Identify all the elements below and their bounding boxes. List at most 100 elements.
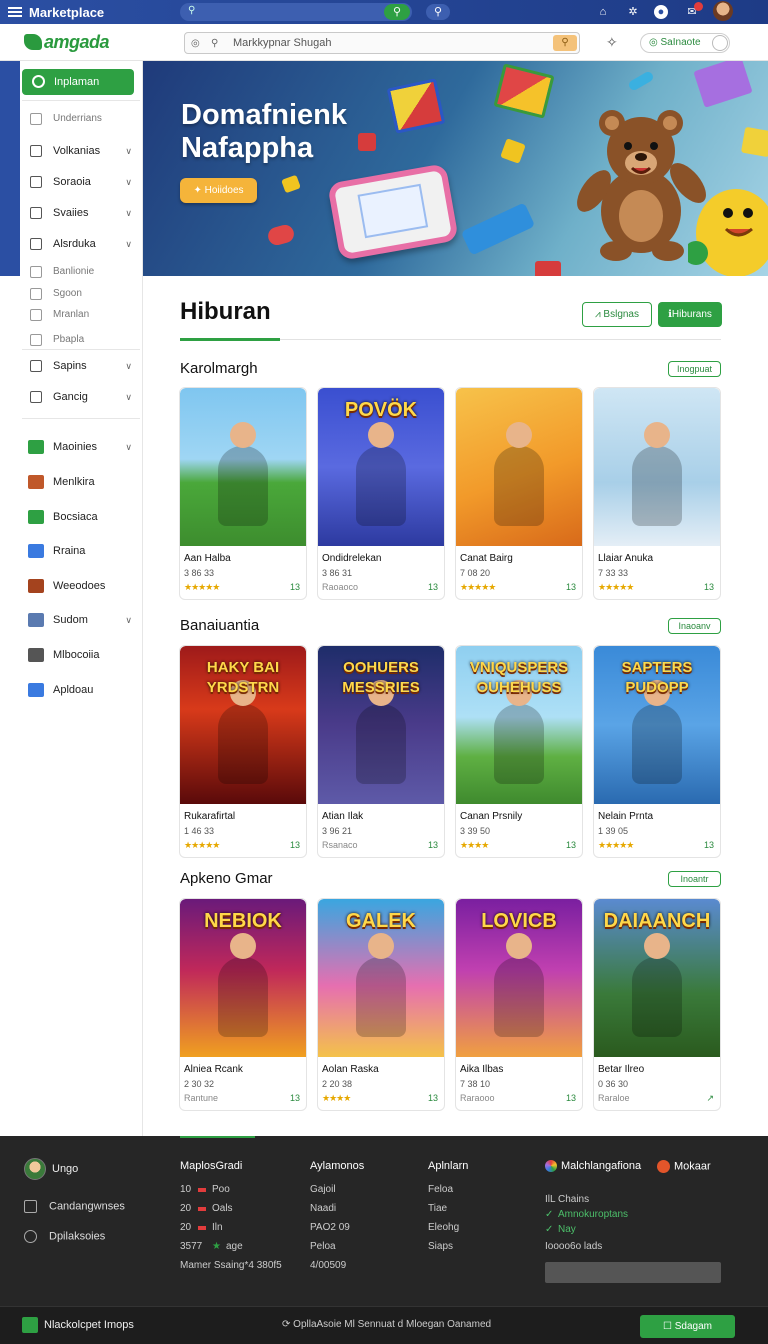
game-card[interactable]: DAIAANCH Betar Ilreo 0 36 30 Raraloe ↗: [593, 898, 721, 1111]
sidebar-item[interactable]: Svaiies ∨: [22, 203, 140, 223]
download-icon[interactable]: 13: [428, 1093, 438, 1103]
sidebar-item[interactable]: Menlkira: [22, 472, 140, 492]
search-submit-button[interactable]: ⚲: [553, 35, 577, 51]
sidebar-item[interactable]: Apldoau: [22, 680, 140, 700]
footer-link[interactable]: Eleohg: [428, 1222, 459, 1233]
download-icon[interactable]: 13: [428, 840, 438, 850]
chevron-down-icon[interactable]: ∨: [125, 356, 132, 376]
download-icon[interactable]: 13: [290, 840, 300, 850]
sidebar-item[interactable]: Weeodoes: [22, 576, 140, 596]
game-card[interactable]: Aan Halba 3 86 33 ★★★★★ 13: [179, 387, 307, 600]
chevron-down-icon[interactable]: ∨: [125, 203, 132, 223]
chevron-down-icon[interactable]: ∨: [125, 610, 132, 630]
chevron-down-icon[interactable]: ∨: [125, 387, 132, 407]
game-card[interactable]: LOVICB Aika Ilbas 7 38 10 Raraooo 13: [455, 898, 583, 1111]
game-thumbnail[interactable]: LOVICB: [456, 899, 582, 1057]
notifications-icon[interactable]: ●: [654, 5, 668, 19]
download-icon[interactable]: 13: [566, 1093, 576, 1103]
footer-user[interactable]: Ungo: [24, 1158, 78, 1180]
section-view-all-button[interactable]: Inaoanv: [668, 618, 721, 634]
primary-button[interactable]: ℹHiburans: [658, 302, 722, 327]
download-icon[interactable]: ↗: [706, 1093, 714, 1104]
game-card[interactable]: Llaiar Anuka 7 33 33 ★★★★★ 13: [593, 387, 721, 600]
game-card[interactable]: HAKY BAI YRDSTRN Rukarafirtal 1 46 33 ★★★★★…: [179, 645, 307, 858]
footer-link[interactable]: Naadi: [310, 1203, 336, 1214]
game-card[interactable]: POVÖK Ondidrelekan 3 86 31 Raoaoco 13: [317, 387, 445, 600]
section-view-all-button[interactable]: Inoantr: [668, 871, 721, 887]
search-input[interactable]: ◎ ⚲ Markkypnar Shugah ⚲: [184, 32, 580, 54]
game-thumbnail[interactable]: NEBIOK: [180, 899, 306, 1057]
filter-button[interactable]: ⩘ Bslgnas: [582, 302, 652, 327]
footer-link[interactable]: 4/00509: [310, 1260, 346, 1271]
footer-link[interactable]: Tiae: [428, 1203, 447, 1214]
download-icon[interactable]: 13: [290, 582, 300, 592]
sync-icon: ⟳: [282, 1319, 294, 1330]
footer-link[interactable]: Candangwnses: [24, 1200, 125, 1213]
game-thumbnail[interactable]: VNIQUSPERS OUHEHUSS: [456, 646, 582, 804]
game-thumbnail[interactable]: HAKY BAI YRDSTRN: [180, 646, 306, 804]
game-thumbnail[interactable]: DAIAANCH: [594, 899, 720, 1057]
footer-link[interactable]: Siaps: [428, 1241, 453, 1252]
download-icon[interactable]: 13: [704, 582, 714, 592]
download-icon[interactable]: 13: [428, 582, 438, 592]
sidebar-item[interactable]: Bocsiaca: [22, 507, 140, 527]
sidebar-item-active[interactable]: Inplaman: [22, 69, 134, 95]
sidebar-item[interactable]: Volkanias ∨: [22, 141, 140, 161]
user-avatar[interactable]: [713, 1, 733, 21]
home-icon[interactable]: ⌂: [595, 4, 611, 20]
download-icon[interactable]: 13: [290, 1093, 300, 1103]
chevron-down-icon[interactable]: ∨: [125, 437, 132, 457]
sidebar-item[interactable]: Mranlan: [22, 305, 140, 325]
sidebar-item[interactable]: Gancig ∨: [22, 387, 140, 407]
game-card[interactable]: GALEK Aolan Raska 2 20 38 ★★★★ 13: [317, 898, 445, 1111]
sidebar-item[interactable]: Rraina: [22, 541, 140, 561]
game-card[interactable]: VNIQUSPERS OUHEHUSS Canan Prsnily 3 39 50 ★…: [455, 645, 583, 858]
game-card[interactable]: Canat Bairg 7 08 20 ★★★★★ 13: [455, 387, 583, 600]
hero-banner[interactable]: Domafnienk Nafappha ✦ Hoiidoes: [143, 61, 768, 276]
game-thumbnail[interactable]: [456, 388, 582, 546]
game-thumbnail[interactable]: POVÖK: [318, 388, 444, 546]
sidebar-item[interactable]: Soraoia ∨: [22, 172, 140, 192]
download-icon[interactable]: 13: [566, 582, 576, 592]
game-thumbnail[interactable]: SAPTERS PUDOPP: [594, 646, 720, 804]
sidebar-item[interactable]: Sudom ∨: [22, 610, 140, 630]
footer-link[interactable]: Peloa: [310, 1241, 336, 1252]
game-card[interactable]: SAPTERS PUDOPP Nelain Prnta 1 39 05 ★★★★★ 13: [593, 645, 721, 858]
game-thumbnail[interactable]: GALEK: [318, 899, 444, 1057]
download-icon[interactable]: 13: [704, 840, 714, 850]
sidebar-item[interactable]: Underrians: [22, 109, 140, 129]
sidebar-item[interactable]: Banlionie: [22, 262, 140, 282]
sidebar-item[interactable]: Mlbocoiia: [22, 645, 140, 665]
footer-link[interactable]: Gajoil: [310, 1184, 336, 1195]
chevron-down-icon[interactable]: ∨: [125, 172, 132, 192]
sidebar-item[interactable]: Alsrduka ∨: [22, 234, 140, 254]
top-search-bar[interactable]: ⚲ ⚲: [180, 3, 412, 21]
section-view-all-button[interactable]: Inogpuat: [668, 361, 721, 377]
bottom-brand[interactable]: Nlackolcpet Imops: [22, 1317, 134, 1333]
sidebar-item[interactable]: Sgoon: [22, 284, 140, 304]
game-thumbnail[interactable]: [594, 388, 720, 546]
download-icon[interactable]: 13: [566, 840, 576, 850]
footer-link[interactable]: Dpilaksoies: [24, 1230, 105, 1243]
chevron-down-icon[interactable]: ∨: [125, 141, 132, 161]
search-icon[interactable]: ⚲: [426, 4, 450, 20]
game-card[interactable]: NEBIOK Alniea Rcank 2 30 32 Rantune 13: [179, 898, 307, 1111]
chevron-down-icon[interactable]: ∨: [125, 234, 132, 254]
footer-link[interactable]: PAO2 09: [310, 1222, 350, 1233]
sidebar-item[interactable]: Pbapla: [22, 330, 140, 350]
hamburger-menu-icon[interactable]: [8, 7, 22, 17]
bottom-action-button[interactable]: ☐ Sdagam: [640, 1315, 735, 1338]
game-card[interactable]: OOHUERS MESSRIES Atian Ilak 3 96 21 Rsanaco…: [317, 645, 445, 858]
game-thumbnail[interactable]: [180, 388, 306, 546]
newsletter-input[interactable]: [545, 1262, 721, 1283]
footer-link[interactable]: Feloa: [428, 1184, 453, 1195]
hero-cta-button[interactable]: ✦ Hoiidoes: [180, 178, 257, 203]
settings-icon[interactable]: ✲: [625, 4, 641, 20]
sidebar-item[interactable]: Maoinies ∨: [22, 437, 140, 457]
toggle-switch[interactable]: ◎ SaInaote: [640, 33, 730, 53]
sidebar-item[interactable]: Sapins ∨: [22, 356, 140, 376]
game-thumbnail[interactable]: OOHUERS MESSRIES: [318, 646, 444, 804]
sparkle-icon[interactable]: ✧: [606, 34, 618, 51]
site-logo[interactable]: amgada: [24, 32, 110, 53]
top-search-button[interactable]: ⚲: [384, 4, 410, 20]
